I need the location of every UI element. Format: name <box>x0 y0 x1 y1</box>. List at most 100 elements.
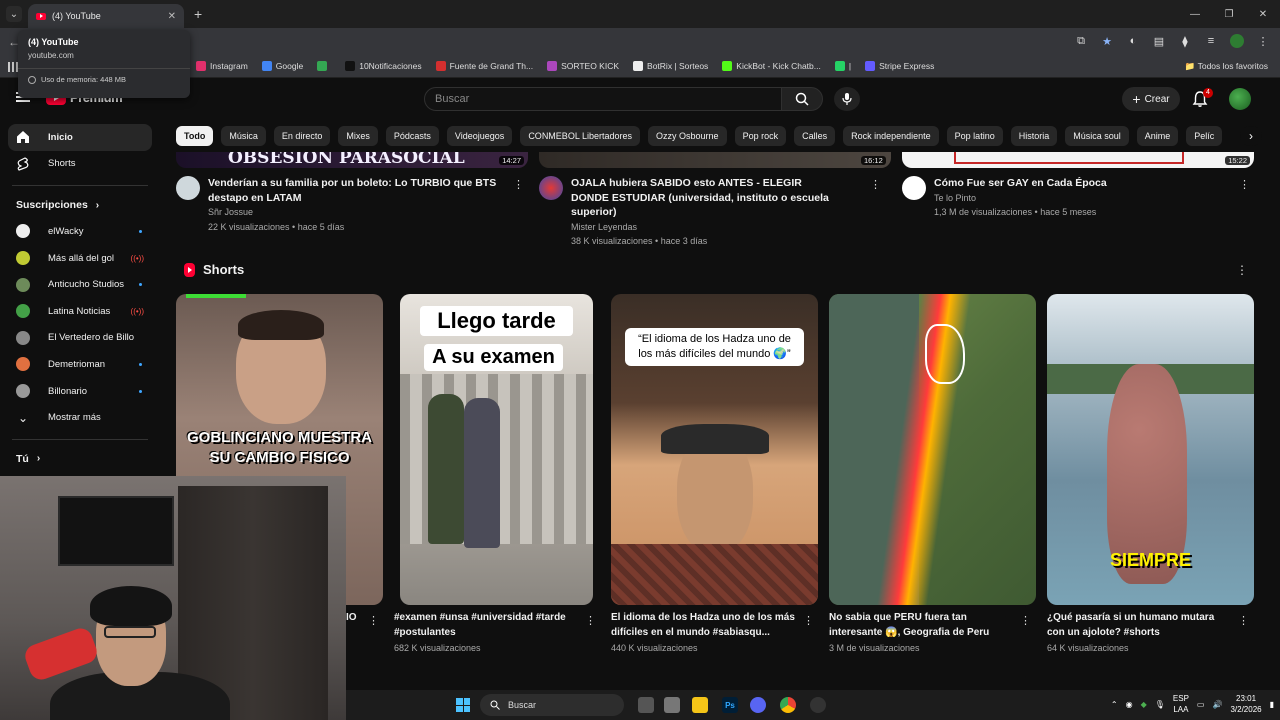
more-options-icon[interactable]: ⋮ <box>870 178 881 191</box>
file-explorer-icon[interactable] <box>692 697 708 713</box>
close-tab-icon[interactable]: ✕ <box>168 11 176 22</box>
filter-chip[interactable]: Mixes <box>338 126 378 146</box>
windows-start-icon[interactable] <box>456 698 470 712</box>
sidebar-item-shorts[interactable]: Shorts <box>8 151 152 178</box>
filter-chip[interactable]: Rock independiente <box>843 126 939 146</box>
filter-chip[interactable]: Pop rock <box>734 126 787 146</box>
extensions-puzzle-icon[interactable]: ⧫ <box>1178 35 1192 48</box>
media-icon[interactable]: ≡ <box>1204 35 1218 47</box>
short-title[interactable]: IO <box>346 611 366 626</box>
channel-name[interactable]: Mister Leyendas <box>571 220 833 235</box>
sidebar-channel-item[interactable]: El Vertedero de Billo <box>8 325 152 352</box>
bookmark-item[interactable]: | <box>834 61 851 71</box>
tray-mic-icon[interactable]: 🎙 <box>1155 700 1165 709</box>
short-title[interactable]: El idioma de los Hadza uno de los más di… <box>611 611 796 640</box>
all-bookmarks[interactable]: 📁 Todos los favoritos <box>1185 61 1268 72</box>
bookmark-item[interactable]: Fuente de Grand Th... <box>435 61 533 71</box>
task-view-icon[interactable] <box>638 697 654 713</box>
video-title[interactable]: Cómo Fue ser GAY en Cada Época <box>934 176 1234 191</box>
bookmark-item[interactable]: 10Notificaciones <box>345 61 422 71</box>
channel-avatar[interactable] <box>902 176 926 200</box>
filter-chip[interactable]: Ozzy Osbourne <box>648 126 727 146</box>
chrome-icon[interactable] <box>780 697 796 713</box>
bookmark-star-icon[interactable]: ★ <box>1100 35 1114 48</box>
video-thumbnail[interactable]: 15:22 <box>902 152 1254 168</box>
bookmark-item[interactable]: Stripe Express <box>865 61 934 71</box>
sidebar-channel-item[interactable]: elWacky <box>8 218 152 245</box>
short-title[interactable]: #examen #unsa #universidad #tarde #postu… <box>394 611 579 640</box>
discord-icon[interactable] <box>750 697 766 713</box>
short-card[interactable]: SIEMPRE <box>1047 294 1254 605</box>
filter-chip[interactable]: Historia <box>1010 126 1058 146</box>
video-title[interactable]: OJALA hubiera SABIDO esto ANTES - ELEGIR… <box>571 176 833 220</box>
apps-grid-icon[interactable] <box>8 62 18 72</box>
tab-search-icon[interactable]: ⌄ <box>6 6 22 22</box>
tray-app-icon[interactable]: ◉ <box>1126 700 1133 709</box>
short-card[interactable] <box>829 294 1036 605</box>
create-button[interactable]: + Crear <box>1122 87 1180 111</box>
clock[interactable]: 23:01 3/2/2026 <box>1230 693 1261 715</box>
extension-icon-2[interactable]: ▤ <box>1152 35 1166 48</box>
video-title[interactable]: Venderían a su familia por un boleto: Lo… <box>208 176 508 205</box>
extension-icon[interactable]: ◐ <box>1126 35 1140 47</box>
video-thumbnail[interactable]: 16:12 <box>539 152 891 168</box>
tray-app-icon[interactable]: ◆ <box>1141 700 1147 709</box>
short-title[interactable]: No sabia que PERU fuera tan interesante … <box>829 611 1014 640</box>
sidebar-channel-item[interactable]: Más allá del gol ((•)) <box>8 245 152 272</box>
channel-avatar[interactable] <box>176 176 200 200</box>
menu-dots-icon[interactable]: ⋮ <box>1256 35 1270 48</box>
filter-chip[interactable]: Calles <box>794 126 836 146</box>
short-card[interactable]: Llego tarde A su examen <box>400 294 593 605</box>
filter-chip[interactable]: En directo <box>273 126 331 146</box>
search-button[interactable] <box>781 87 823 111</box>
cast-icon[interactable]: ⧉ <box>1074 35 1088 48</box>
notification-center-icon[interactable]: ▮ <box>1270 700 1274 709</box>
sidebar-channel-item[interactable]: Demetrioman <box>8 351 152 378</box>
minimize-icon[interactable]: — <box>1178 9 1212 20</box>
filter-chip[interactable]: Música <box>221 126 266 146</box>
more-options-icon[interactable]: ⋮ <box>1020 614 1031 627</box>
more-options-icon[interactable]: ⋮ <box>585 614 596 627</box>
show-more-button[interactable]: ⌄ Mostrar más <box>8 404 152 431</box>
bookmark-item[interactable] <box>317 61 331 71</box>
app-icon[interactable] <box>810 697 826 713</box>
taskbar-search[interactable]: Buscar <box>480 694 624 716</box>
photoshop-icon[interactable]: Ps <box>722 697 738 713</box>
volume-icon[interactable]: 🔊 <box>1212 700 1222 709</box>
network-icon[interactable]: ▭ <box>1197 700 1205 709</box>
filter-chip[interactable]: Pelíc <box>1186 126 1223 146</box>
bookmark-item[interactable]: BotRix | Sorteos <box>633 61 708 71</box>
short-card[interactable]: “El idioma de los Hadza uno de los más d… <box>611 294 818 605</box>
filter-chip[interactable]: Pop latino <box>946 126 1003 146</box>
profile-avatar[interactable] <box>1230 34 1244 48</box>
you-header[interactable]: Tú › <box>0 446 160 472</box>
bookmark-item[interactable]: Google <box>261 61 303 71</box>
bookmark-item[interactable]: KickBot - Kick Chatb... <box>722 61 821 71</box>
channel-avatar[interactable] <box>539 176 563 200</box>
restore-icon[interactable]: ❐ <box>1212 9 1246 20</box>
browser-tab[interactable]: (4) YouTube ✕ <box>28 4 184 28</box>
user-avatar[interactable] <box>1229 88 1251 110</box>
filter-chip[interactable]: CONMEBOL Libertadores <box>520 126 641 146</box>
sidebar-channel-item[interactable]: Anticucho Studios <box>8 271 152 298</box>
subscriptions-header[interactable]: Suscripciones › <box>0 192 160 218</box>
new-tab-icon[interactable]: + <box>194 6 202 22</box>
language-indicator[interactable]: ESP LAA <box>1173 693 1189 715</box>
sidebar-channel-item[interactable]: Latina Noticias ((•)) <box>8 298 152 325</box>
more-options-icon[interactable]: ⋮ <box>1239 178 1250 191</box>
more-options-icon[interactable]: ⋮ <box>803 614 814 627</box>
filter-chip[interactable]: Todo <box>176 126 214 146</box>
video-thumbnail[interactable]: OBSESION PARASOCIAL 14:27 <box>176 152 528 168</box>
voice-search-button[interactable] <box>834 87 860 111</box>
more-options-icon[interactable]: ⋮ <box>513 178 524 191</box>
more-options-icon[interactable]: ⋮ <box>368 614 379 627</box>
filter-chip[interactable]: Música soul <box>1065 126 1129 146</box>
more-options-icon[interactable]: ⋮ <box>1238 614 1249 627</box>
filter-chip[interactable]: Pódcasts <box>385 126 439 146</box>
app-icon[interactable] <box>664 697 680 713</box>
more-options-icon[interactable]: ⋮ <box>1236 263 1248 277</box>
tray-chevron-up-icon[interactable]: ⌃ <box>1111 700 1118 709</box>
bookmark-item[interactable]: SORTEO KICK <box>547 61 619 71</box>
channel-name[interactable]: Te lo Pinto <box>934 191 1234 206</box>
filter-chip[interactable]: Videojuegos <box>446 126 513 146</box>
